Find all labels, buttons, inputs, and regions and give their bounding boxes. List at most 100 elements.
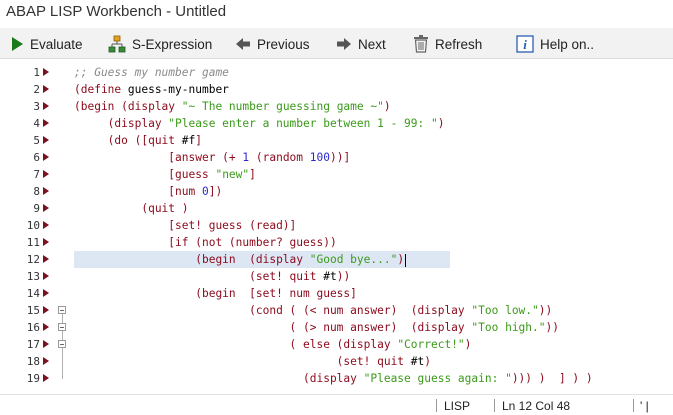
code-line-row[interactable]: 7 [guess "new"] bbox=[0, 166, 673, 183]
arrow-left-icon bbox=[236, 38, 250, 50]
code-token: #t bbox=[410, 355, 425, 368]
code-token: "Correct!" bbox=[397, 338, 465, 351]
code-text[interactable]: [guess "new"] bbox=[74, 166, 256, 183]
code-text[interactable]: (do ([quit #f] bbox=[74, 132, 202, 149]
next-label: Next bbox=[358, 36, 386, 52]
fold-guide bbox=[62, 336, 63, 340]
code-text[interactable]: [set! guess (read)] bbox=[74, 217, 296, 234]
code-text[interactable]: ( else (display "Correct!") bbox=[74, 336, 472, 353]
code-token: (random bbox=[249, 151, 310, 164]
line-number: 12 bbox=[26, 253, 40, 266]
code-line-row[interactable]: 13 (set! quit #t)) bbox=[0, 268, 673, 285]
code-line-row[interactable]: 19 (display "Please guess again: "))) ) … bbox=[0, 370, 673, 387]
line-marker-icon bbox=[43, 119, 49, 127]
code-text[interactable]: (set! quit #t)) bbox=[74, 268, 350, 285]
line-number: 10 bbox=[26, 219, 40, 232]
code-token: "Too high." bbox=[471, 321, 546, 334]
code-editor[interactable]: 1 ;; Guess my number game 2 (define guess-m… bbox=[0, 60, 673, 390]
line-number: 15 bbox=[26, 304, 40, 317]
svg-text:i: i bbox=[523, 37, 527, 52]
code-token: )) bbox=[336, 270, 351, 283]
code-line-row[interactable]: 1 ;; Guess my number game bbox=[0, 64, 673, 81]
code-text[interactable]: (quit ) bbox=[74, 200, 188, 217]
line-number: 16 bbox=[26, 321, 40, 334]
code-text[interactable]: [answer (+ 1 (random 100))] bbox=[74, 149, 350, 166]
info-icon: i bbox=[516, 35, 534, 53]
code-line-row[interactable]: 9 (quit ) bbox=[0, 200, 673, 217]
code-text[interactable]: ;; Guess my number game bbox=[74, 64, 229, 81]
code-token: [answer (+ bbox=[74, 151, 243, 164]
line-marker-icon bbox=[43, 136, 49, 144]
arrow-right-icon bbox=[337, 38, 351, 50]
refresh-button[interactable]: Refresh bbox=[413, 33, 482, 55]
help-button[interactable]: i Help on.. bbox=[516, 33, 594, 55]
code-token: 0 bbox=[201, 185, 209, 198]
code-line-row[interactable]: 4 (display "Please enter a number betwee… bbox=[0, 115, 673, 132]
fold-toggle-icon[interactable] bbox=[58, 306, 66, 314]
code-text[interactable]: [if (not (number? guess)) bbox=[74, 234, 337, 251]
code-text[interactable]: (set! quit #t) bbox=[74, 353, 431, 370]
code-token: ) bbox=[383, 100, 391, 113]
code-line-row[interactable]: 11 [if (not (number? guess)) bbox=[0, 234, 673, 251]
code-token: "~ The number guessing game ~" bbox=[181, 100, 384, 113]
line-number: 17 bbox=[26, 338, 40, 351]
code-line-row[interactable]: 14 (begin [set! num guess] bbox=[0, 285, 673, 302]
code-line-row[interactable]: 2 (define guess-my-number bbox=[0, 81, 673, 98]
code-line-row[interactable]: 3 (begin (display "~ The number guessing … bbox=[0, 98, 673, 115]
code-token: ] bbox=[249, 168, 256, 181]
code-text[interactable]: (display "Please guess again: "))) ) ] )… bbox=[74, 370, 593, 387]
status-extra: ' | bbox=[640, 399, 649, 413]
line-marker-icon bbox=[43, 289, 49, 297]
evaluate-button[interactable]: Evaluate bbox=[10, 33, 83, 55]
line-marker-icon bbox=[43, 187, 49, 195]
code-text[interactable]: (begin [set! num guess] bbox=[74, 285, 357, 302]
code-token: guess-my-number bbox=[127, 83, 229, 96]
line-marker-icon bbox=[43, 272, 49, 280]
code-token: (cond ( (< num answer) (display bbox=[74, 304, 472, 317]
code-text[interactable]: (begin (display "~ The number guessing g… bbox=[74, 98, 391, 115]
help-label: Help on.. bbox=[540, 36, 595, 52]
line-number: 13 bbox=[26, 270, 40, 283]
code-text[interactable]: ( (> num answer) (display "Too high.")) bbox=[74, 319, 559, 336]
code-line-row[interactable]: 18 (set! quit #t) bbox=[0, 353, 673, 370]
next-button[interactable]: Next bbox=[336, 33, 386, 55]
code-line-row[interactable]: 16 ( (> num answer) (display "Too high."… bbox=[0, 319, 673, 336]
code-line-row[interactable]: 10 [set! guess (read)] bbox=[0, 217, 673, 234]
code-token: (begin [set! num guess] bbox=[74, 287, 357, 300]
code-token: ]) bbox=[208, 185, 223, 198]
code-token: #f bbox=[181, 134, 196, 147]
code-text[interactable]: (begin (display "Good bye...") bbox=[74, 251, 450, 268]
code-token: [set! guess (read)] bbox=[74, 219, 297, 232]
code-line-row[interactable]: 17 ( else (display "Correct!") bbox=[0, 336, 673, 353]
code-line-row[interactable]: 8 [num 0]) bbox=[0, 183, 673, 200]
code-token: (begin (display bbox=[74, 253, 310, 266]
code-line-row[interactable]: 12 (begin (display "Good bye...") bbox=[0, 251, 673, 268]
code-token: [if (not (number? guess)) bbox=[74, 236, 337, 249]
code-line-row[interactable]: 5 (do ([quit #f] bbox=[0, 132, 673, 149]
code-token: (do ([quit bbox=[74, 134, 182, 147]
s-expression-button[interactable]: S-Expression bbox=[108, 33, 212, 55]
line-marker-icon bbox=[43, 374, 49, 382]
code-token: [guess bbox=[74, 168, 216, 181]
code-text[interactable]: (cond ( (< num answer) (display "Too low… bbox=[74, 302, 552, 319]
fold-toggle-icon[interactable] bbox=[58, 340, 66, 348]
code-line-row[interactable]: 15 (cond ( (< num answer) (display "Too … bbox=[0, 302, 673, 319]
code-token: (display bbox=[74, 117, 169, 130]
code-line-row[interactable]: 6 [answer (+ 1 (random 100))] bbox=[0, 149, 673, 166]
language-indicator: LISP bbox=[444, 399, 471, 413]
line-number: 3 bbox=[33, 100, 40, 113]
fold-toggle-icon[interactable] bbox=[58, 323, 66, 331]
previous-button[interactable]: Previous bbox=[235, 33, 310, 55]
code-text[interactable]: (display "Please enter a number between … bbox=[74, 115, 445, 132]
line-number: 8 bbox=[33, 185, 40, 198]
line-marker-icon bbox=[43, 170, 49, 178]
code-text[interactable]: [num 0]) bbox=[74, 183, 222, 200]
code-text[interactable]: (define guess-my-number bbox=[74, 81, 229, 98]
status-divider bbox=[633, 399, 634, 412]
line-marker-icon bbox=[43, 68, 49, 76]
line-number: 1 bbox=[33, 66, 40, 79]
line-number: 2 bbox=[33, 83, 40, 96]
line-marker-icon bbox=[43, 323, 49, 331]
previous-label: Previous bbox=[257, 36, 310, 52]
code-token: "new" bbox=[215, 168, 250, 181]
